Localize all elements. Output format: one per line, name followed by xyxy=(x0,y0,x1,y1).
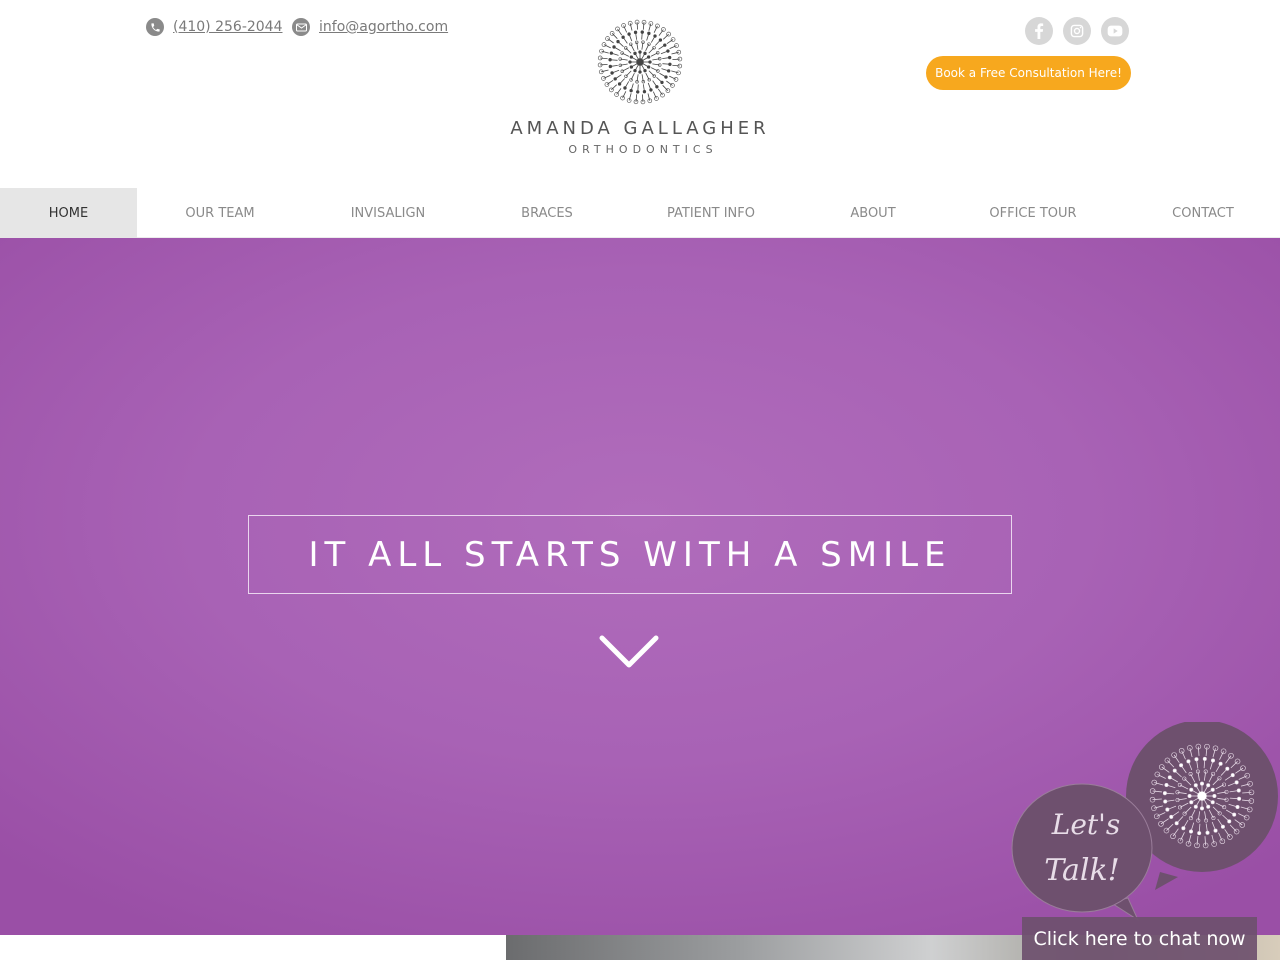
nav-item-invisalign[interactable]: INVISALIGN xyxy=(318,188,458,238)
youtube-icon[interactable] xyxy=(1101,17,1129,45)
phone-icon xyxy=(146,18,164,36)
nav-item-patient-info[interactable]: PATIENT INFO xyxy=(641,188,781,238)
main-nav: HOME OUR TEAM INVISALIGN BRACES PATIENT … xyxy=(0,188,1280,238)
hero-headline: IT ALL STARTS WITH A SMILE xyxy=(308,534,952,575)
nav-item-office-tour[interactable]: OFFICE TOUR xyxy=(963,188,1103,238)
phone-contact: (410) 256-2044 xyxy=(146,18,283,36)
site-header: (410) 256-2044 info@agortho.com AMANDA G… xyxy=(0,0,1280,188)
chat-bubble-text-1: Let's xyxy=(1051,808,1120,841)
hero-headline-box: IT ALL STARTS WITH A SMILE xyxy=(248,515,1012,594)
instagram-icon[interactable] xyxy=(1063,17,1091,45)
facebook-icon[interactable] xyxy=(1025,17,1053,45)
nav-item-braces[interactable]: BRACES xyxy=(477,188,617,238)
social-links xyxy=(1025,17,1129,45)
site-logo[interactable]: AMANDA GALLAGHER ORTHODONTICS xyxy=(480,12,800,162)
mandala-logo-icon xyxy=(597,19,683,105)
phone-link[interactable]: (410) 256-2044 xyxy=(173,19,283,35)
nav-item-our-team[interactable]: OUR TEAM xyxy=(150,188,290,238)
logo-subtitle: ORTHODONTICS xyxy=(568,143,718,156)
chevron-down-icon[interactable] xyxy=(598,634,660,670)
email-link[interactable]: info@agortho.com xyxy=(319,19,448,35)
chat-bubble-text-2: Talk! xyxy=(1044,853,1119,888)
nav-item-contact[interactable]: CONTACT xyxy=(1133,188,1273,238)
nav-item-about[interactable]: ABOUT xyxy=(803,188,943,238)
book-consultation-button[interactable]: Book a Free Consultation Here! xyxy=(926,56,1131,90)
nav-item-home[interactable]: HOME xyxy=(0,188,137,238)
logo-name: AMANDA GALLAGHER xyxy=(510,118,770,139)
mail-icon xyxy=(292,18,310,36)
email-contact: info@agortho.com xyxy=(292,18,448,36)
chat-now-button[interactable]: Click here to chat now xyxy=(1022,917,1257,960)
